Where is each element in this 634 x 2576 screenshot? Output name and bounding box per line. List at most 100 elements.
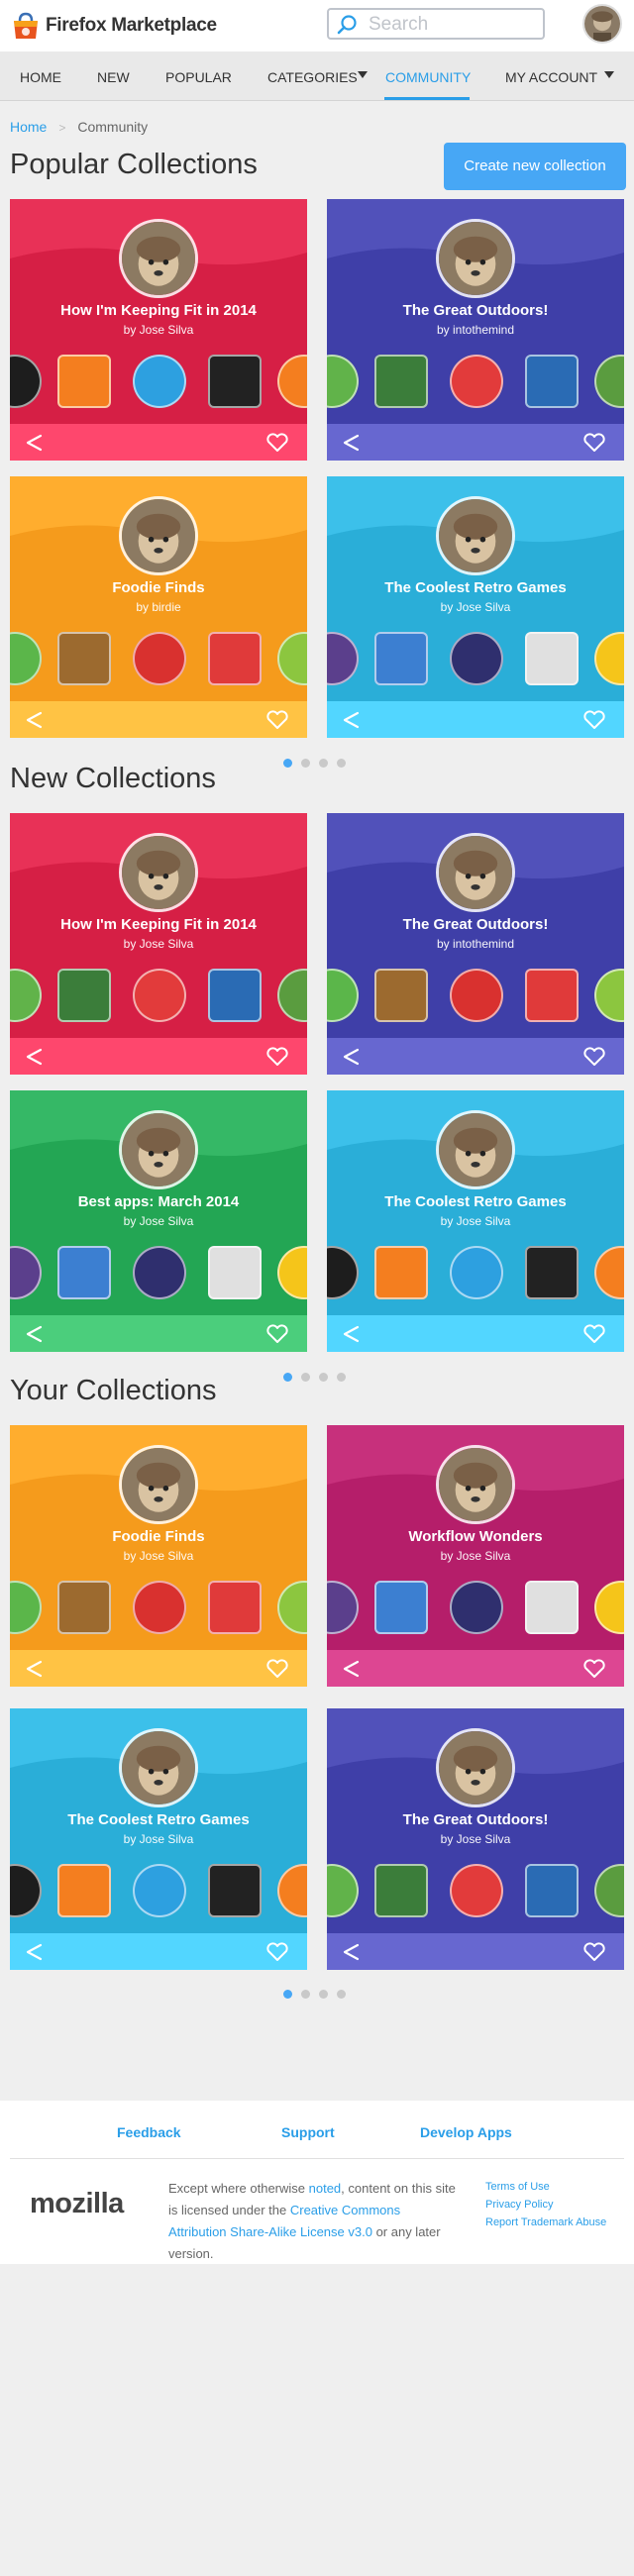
app-icon[interactable]	[277, 355, 307, 408]
collection-card[interactable]: The Coolest Retro Games by Jose Silva	[10, 1708, 307, 1970]
app-icon[interactable]	[450, 632, 503, 685]
app-icon[interactable]	[327, 969, 359, 1022]
nav-new[interactable]: New	[97, 69, 130, 85]
app-icon[interactable]	[208, 1864, 262, 1917]
app-icon[interactable]	[525, 1864, 579, 1917]
app-icon[interactable]	[327, 1581, 359, 1634]
footer-develop-apps-link[interactable]: Develop Apps	[420, 2124, 512, 2140]
user-avatar[interactable]	[582, 4, 622, 44]
my-account-caret-icon[interactable]	[604, 71, 614, 78]
app-icon[interactable]	[133, 1864, 186, 1917]
curator-avatar[interactable]	[119, 1110, 198, 1189]
collection-author[interactable]: by Jose Silva	[10, 1549, 307, 1563]
collection-title[interactable]: The Coolest Retro Games	[327, 1193, 624, 1210]
search-icon[interactable]	[337, 14, 359, 36]
carousel-dot[interactable]	[319, 1990, 328, 1999]
nav-community[interactable]: Community	[385, 69, 471, 85]
carousel-dot[interactable]	[283, 759, 292, 768]
curator-avatar[interactable]	[119, 1728, 198, 1807]
app-icon[interactable]	[450, 1581, 503, 1634]
collection-author[interactable]: by Jose Silva	[327, 1549, 624, 1563]
app-icon[interactable]	[277, 1581, 307, 1634]
collection-author[interactable]: by Jose Silva	[327, 600, 624, 614]
app-icon[interactable]	[10, 632, 42, 685]
collection-author[interactable]: by Jose Silva	[10, 323, 307, 337]
share-icon[interactable]	[341, 433, 361, 453]
heart-icon[interactable]	[582, 710, 606, 730]
share-icon[interactable]	[341, 710, 361, 730]
app-icon[interactable]	[208, 1581, 262, 1634]
create-collection-button[interactable]: Create new collection	[444, 143, 626, 190]
collection-card[interactable]: The Great Outdoors! by Jose Silva	[327, 1708, 624, 1970]
nav-popular[interactable]: Popular	[165, 69, 232, 85]
app-icon[interactable]	[594, 1864, 624, 1917]
heart-icon[interactable]	[582, 1942, 606, 1962]
carousel-dot[interactable]	[283, 1373, 292, 1382]
collection-author[interactable]: by Jose Silva	[10, 1832, 307, 1846]
app-icon[interactable]	[525, 969, 579, 1022]
collection-card[interactable]: How I'm Keeping Fit in 2014 by Jose Silva	[10, 813, 307, 1075]
app-icon[interactable]	[57, 1864, 111, 1917]
collection-title[interactable]: Foodie Finds	[10, 579, 307, 596]
app-icon[interactable]	[450, 355, 503, 408]
collection-title[interactable]: The Coolest Retro Games	[10, 1811, 307, 1828]
collection-title[interactable]: Best apps: March 2014	[10, 1193, 307, 1210]
app-icon[interactable]	[525, 1581, 579, 1634]
curator-avatar[interactable]	[436, 1110, 515, 1189]
report-trademark-link[interactable]: Report Trademark Abuse	[485, 2214, 606, 2231]
heart-icon[interactable]	[265, 710, 289, 730]
collection-author[interactable]: by Jose Silva	[327, 1832, 624, 1846]
app-icon[interactable]	[57, 1246, 111, 1299]
categories-caret-icon[interactable]	[358, 71, 368, 78]
app-icon[interactable]	[277, 1246, 307, 1299]
license-noted-link[interactable]: noted	[309, 2181, 342, 2196]
share-icon[interactable]	[24, 1659, 44, 1679]
app-icon[interactable]	[374, 355, 428, 408]
app-icon[interactable]	[57, 632, 111, 685]
app-icon[interactable]	[10, 969, 42, 1022]
curator-avatar[interactable]	[436, 219, 515, 298]
app-icon[interactable]	[133, 632, 186, 685]
nav-home[interactable]: Home	[20, 69, 61, 85]
app-icon[interactable]	[525, 355, 579, 408]
app-icon[interactable]	[277, 969, 307, 1022]
app-icon[interactable]	[374, 1246, 428, 1299]
app-icon[interactable]	[208, 355, 262, 408]
collection-title[interactable]: How I'm Keeping Fit in 2014	[10, 302, 307, 319]
app-icon[interactable]	[133, 969, 186, 1022]
app-icon[interactable]	[594, 1581, 624, 1634]
privacy-policy-link[interactable]: Privacy Policy	[485, 2196, 606, 2214]
app-icon[interactable]	[450, 1864, 503, 1917]
app-icon[interactable]	[10, 1581, 42, 1634]
app-icon[interactable]	[57, 969, 111, 1022]
heart-icon[interactable]	[265, 1942, 289, 1962]
app-icon[interactable]	[525, 1246, 579, 1299]
collection-author[interactable]: by Jose Silva	[10, 1214, 307, 1228]
app-icon[interactable]	[208, 969, 262, 1022]
app-icon[interactable]	[327, 1864, 359, 1917]
collection-card[interactable]: Best apps: March 2014 by Jose Silva	[10, 1090, 307, 1352]
carousel-dot[interactable]	[319, 1373, 328, 1382]
curator-avatar[interactable]	[119, 496, 198, 575]
heart-icon[interactable]	[582, 1324, 606, 1344]
search-input[interactable]	[369, 13, 537, 37]
app-icon[interactable]	[10, 1246, 42, 1299]
app-icon[interactable]	[133, 1581, 186, 1634]
collection-card[interactable]: Foodie Finds by birdie	[10, 476, 307, 738]
share-icon[interactable]	[24, 710, 44, 730]
app-icon[interactable]	[208, 632, 262, 685]
carousel-dot[interactable]	[337, 1990, 346, 1999]
nav-categories[interactable]: Categories	[267, 69, 358, 85]
curator-avatar[interactable]	[436, 496, 515, 575]
collection-title[interactable]: The Great Outdoors!	[327, 916, 624, 933]
mozilla-logo[interactable]: mozilla	[30, 2188, 124, 2220]
app-icon[interactable]	[374, 969, 428, 1022]
app-icon[interactable]	[525, 632, 579, 685]
app-icon[interactable]	[10, 355, 42, 408]
heart-icon[interactable]	[265, 1324, 289, 1344]
firefox-marketplace-logo[interactable]	[10, 11, 42, 41]
collection-card[interactable]: The Coolest Retro Games by Jose Silva	[327, 1090, 624, 1352]
curator-avatar[interactable]	[119, 833, 198, 912]
app-icon[interactable]	[594, 1246, 624, 1299]
share-icon[interactable]	[24, 1047, 44, 1067]
